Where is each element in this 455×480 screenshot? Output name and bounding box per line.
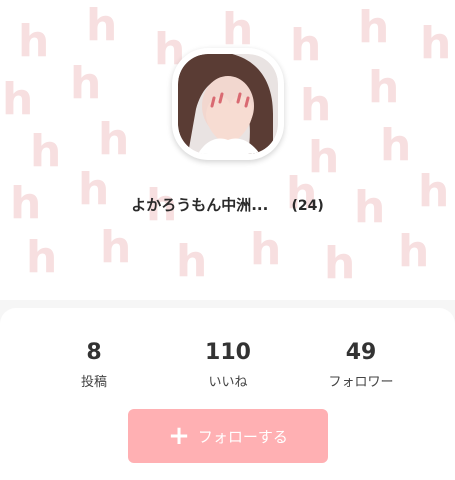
profile-header: h h h h h h h h h h h h h h h h h h h h … [0,0,455,290]
follow-button-label: フォローする [197,427,288,446]
stat-posts[interactable]: 8 投稿 [34,340,154,390]
stat-likes[interactable]: 110 いいね [168,340,288,390]
profile-age: (24) [291,198,324,214]
stat-likes-label: いいね [208,375,248,390]
profile-name[interactable]: よかろうもん中洲... [131,196,268,214]
profile-photo [178,54,278,154]
profile-name-row: よかろうもん中洲... (24) [0,194,455,215]
stat-posts-value: 8 [86,340,102,365]
plus-icon: + [168,421,190,451]
stat-followers-value: 49 [345,340,377,365]
follow-button[interactable]: + フォローする [128,409,328,463]
stat-likes-value: 110 [205,340,251,365]
avatar[interactable] [172,48,284,160]
stat-followers-label: フォロワー [328,375,394,390]
stat-followers[interactable]: 49 フォロワー [301,340,421,390]
stat-posts-label: 投稿 [80,375,107,390]
